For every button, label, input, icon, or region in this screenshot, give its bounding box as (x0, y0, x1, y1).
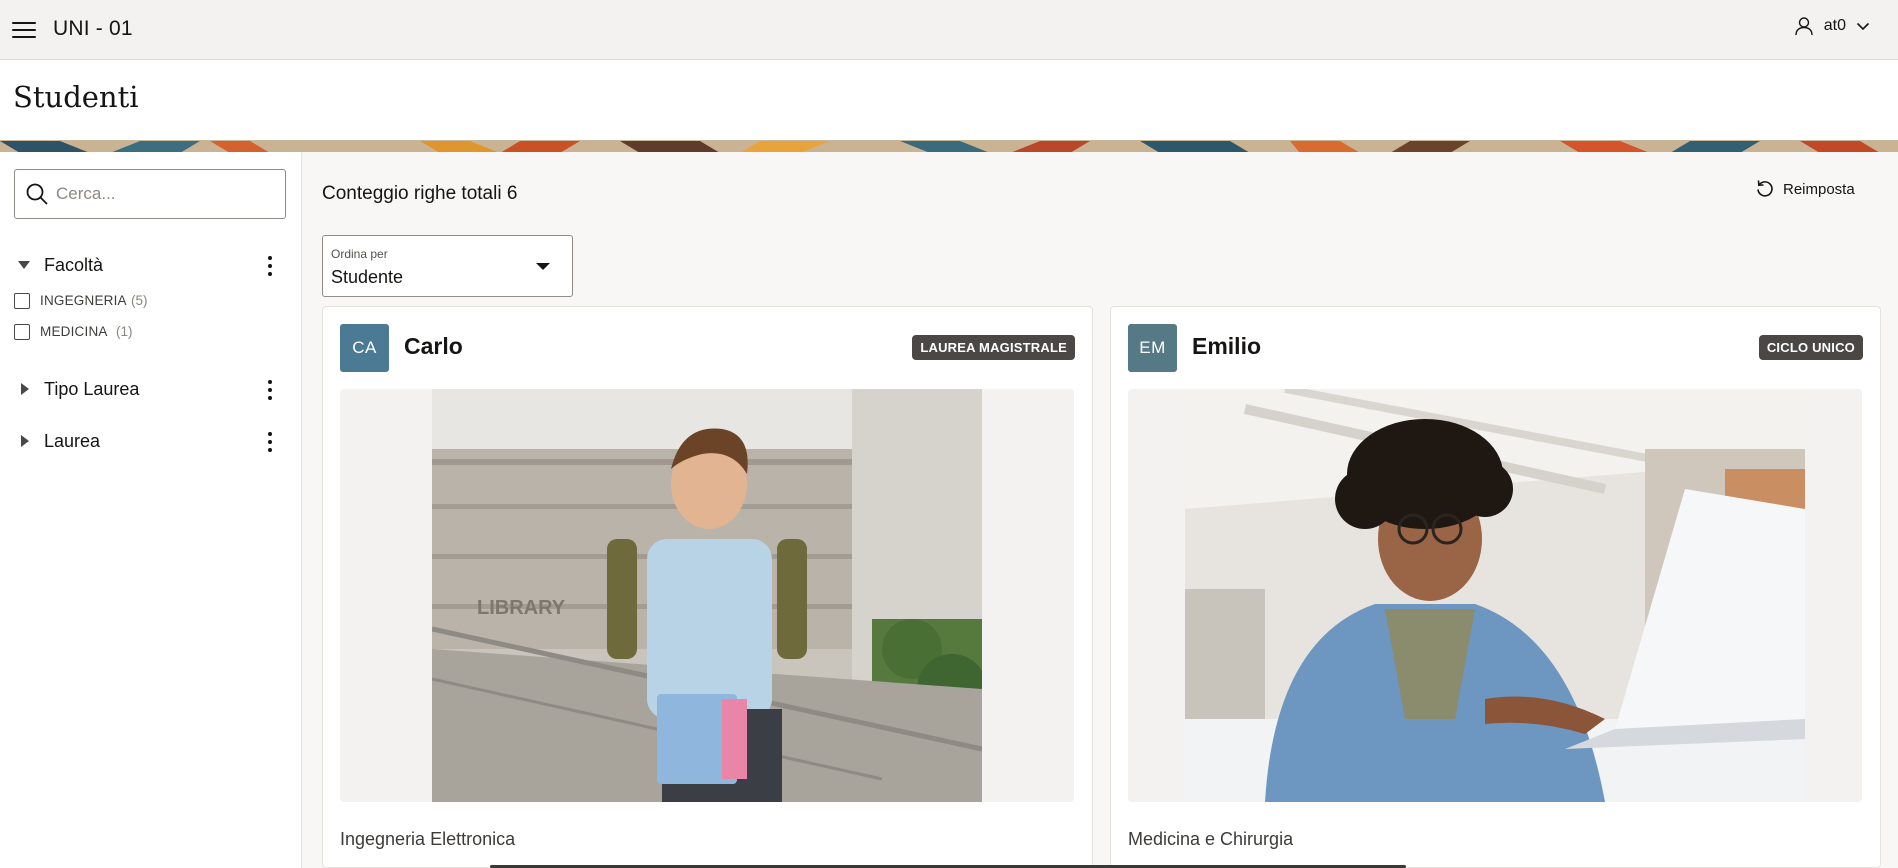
title-region: Studenti (0, 60, 1898, 140)
reset-button[interactable]: Reimposta (1755, 179, 1855, 199)
chevron-down-icon (1856, 22, 1870, 31)
svg-text:LIBRARY: LIBRARY (477, 597, 566, 619)
facet-label: Tipo Laurea (44, 379, 140, 399)
student-with-backpack-photo: LIBRARY (432, 389, 982, 802)
filter-sidebar: Facoltà INGEGNERIA (5) MEDICINA (1) Tipo… (0, 152, 302, 868)
avatar: EM (1128, 324, 1177, 372)
student-card[interactable]: EM Emilio CICLO UNICO Medicina e Chirurg… (1110, 306, 1881, 868)
decorative-banner (0, 140, 1898, 152)
sort-select[interactable]: Ordina per Studente (322, 235, 573, 297)
page-title: Studenti (13, 80, 139, 114)
option-label: INGEGNERIA (40, 293, 127, 308)
sort-label: Ordina per (331, 247, 388, 261)
search-input[interactable] (56, 184, 266, 204)
facet-label: Facoltà (44, 255, 104, 275)
card-image-frame (1128, 389, 1862, 802)
user-icon (1795, 17, 1813, 36)
caret-right-icon (21, 383, 29, 395)
reset-label: Reimposta (1783, 180, 1855, 198)
option-count: (1) (116, 324, 133, 339)
search-field[interactable] (14, 169, 286, 219)
card-subtitle: Ingegneria Elettronica (340, 829, 516, 849)
results-region: Conteggio righe totali 6 Reimposta Ordin… (303, 152, 1898, 868)
caret-down-icon (18, 261, 30, 269)
student-with-laptop-photo (1185, 389, 1805, 802)
app-title[interactable]: UNI - 01 (53, 17, 133, 41)
facet-laurea-header[interactable]: Laurea (0, 424, 302, 458)
user-menu[interactable]: at0 (1794, 16, 1870, 36)
undo-icon (1757, 180, 1773, 197)
facet-tipo-laurea: Tipo Laurea (0, 372, 302, 406)
more-options-icon[interactable] (266, 376, 274, 402)
facet-option-ingegneria[interactable]: INGEGNERIA (5) (0, 286, 302, 317)
facet-tipo-laurea-header[interactable]: Tipo Laurea (0, 372, 302, 406)
facet-label: Laurea (44, 431, 101, 451)
navigation-menu-icon[interactable] (12, 19, 36, 39)
dropdown-caret-icon (536, 263, 550, 270)
checkbox[interactable] (14, 324, 30, 340)
row-count: Conteggio righe totali 6 (322, 183, 518, 204)
more-options-icon[interactable] (266, 428, 274, 454)
facet-facolta: Facoltà INGEGNERIA (5) MEDICINA (1) (0, 248, 302, 348)
facet-laurea: Laurea (0, 424, 302, 458)
facet-option-medicina[interactable]: MEDICINA (1) (0, 317, 302, 348)
card-title: Carlo (404, 333, 463, 359)
card-title: Emilio (1192, 333, 1262, 359)
student-card[interactable]: CA Carlo LAUREA MAGISTRALE LIBRARY Ingeg… (322, 306, 1093, 868)
option-label: MEDICINA (40, 324, 108, 339)
user-name: at0 (1823, 17, 1846, 34)
avatar: CA (340, 324, 389, 372)
more-options-icon[interactable] (266, 252, 274, 278)
facet-facolta-header[interactable]: Facoltà (0, 248, 302, 282)
card-subtitle: Medicina e Chirurgia (1128, 829, 1294, 849)
status-badge: CICLO UNICO (1758, 335, 1863, 360)
checkbox[interactable] (14, 293, 30, 309)
search-icon (26, 183, 48, 205)
card-image-frame: LIBRARY (340, 389, 1074, 802)
status-badge: LAUREA MAGISTRALE (912, 335, 1075, 360)
caret-right-icon (21, 435, 29, 447)
sort-value: Studente (331, 267, 404, 287)
option-count: (5) (131, 293, 148, 308)
app-header: UNI - 01 at0 (0, 0, 1898, 60)
